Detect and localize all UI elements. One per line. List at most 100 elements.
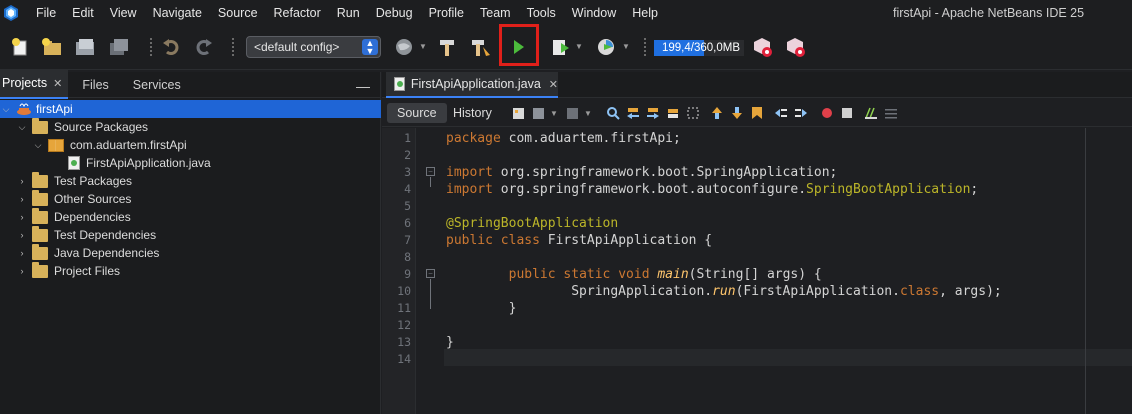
tree-item-test-dependencies[interactable]: › Test Dependencies — [0, 225, 381, 244]
next-bookmark-icon[interactable] — [730, 106, 744, 120]
code-line[interactable]: } — [446, 300, 517, 317]
chevron-down-icon[interactable]: ▼ — [575, 42, 583, 51]
config-select[interactable]: <default config> ▲ ▼ — [246, 36, 381, 58]
menu-source[interactable]: Source — [210, 0, 266, 26]
tree-item-java-file[interactable]: FirstApiApplication.java — [0, 154, 381, 172]
gc-snapshot-button[interactable] — [784, 34, 808, 60]
last-edit-icon[interactable] — [512, 106, 526, 120]
close-icon[interactable]: ✕ — [53, 78, 62, 90]
tree-item-source-packages[interactable]: ⌵ Source Packages — [0, 117, 381, 136]
code-line[interactable]: } — [446, 334, 454, 351]
clean-build-button[interactable] — [469, 34, 493, 60]
history-button[interactable]: History — [443, 103, 502, 123]
open-project-button[interactable] — [73, 34, 97, 60]
gc-button[interactable] — [751, 34, 775, 60]
code-line[interactable]: SpringApplication.run(FirstApiApplicatio… — [446, 283, 1002, 300]
build-button[interactable] — [436, 34, 458, 60]
toggle-bookmark-icon[interactable] — [750, 106, 764, 120]
stop-macro-icon[interactable] — [840, 106, 854, 120]
menu-help[interactable]: Help — [624, 0, 666, 26]
menu-bar: File Edit View Navigate Source Refactor … — [0, 0, 1132, 26]
code-line[interactable]: import org.springframework.boot.autoconf… — [446, 181, 978, 198]
menu-profile[interactable]: Profile — [421, 0, 472, 26]
comment-icon[interactable] — [864, 106, 878, 120]
shift-left-icon[interactable] — [774, 106, 788, 120]
tab-files[interactable]: Files — [68, 72, 118, 98]
debug-project-button[interactable] — [550, 34, 572, 60]
menu-refactor[interactable]: Refactor — [266, 0, 329, 26]
editor-tab-firstapiapplication[interactable]: FirstApiApplication.java ✕ — [386, 72, 558, 98]
code-line[interactable]: @SpringBootApplication — [446, 215, 618, 232]
minimize-icon[interactable]: — — [356, 78, 370, 94]
menu-edit[interactable]: Edit — [64, 0, 102, 26]
code-line[interactable]: import org.springframework.boot.SpringAp… — [446, 164, 837, 181]
chevron-down-icon[interactable]: ⌵ — [16, 122, 28, 133]
toggle-highlight-icon[interactable] — [666, 106, 680, 120]
project-cup-icon — [16, 102, 32, 116]
uncomment-icon[interactable] — [884, 106, 898, 120]
undo-button[interactable] — [160, 34, 182, 60]
chevron-down-icon[interactable]: ▼ — [419, 42, 427, 51]
find-icon[interactable] — [606, 106, 620, 120]
tab-projects[interactable]: Projects ✕ — [0, 70, 69, 99]
new-project-button[interactable] — [40, 34, 64, 60]
redo-icon — [196, 39, 212, 55]
editor-toolbar: Source History ▼ ▼ — [382, 99, 1132, 127]
toolbar-grip — [232, 38, 234, 56]
menu-file[interactable]: File — [28, 0, 64, 26]
close-icon[interactable]: ✕ — [549, 78, 558, 91]
memory-indicator[interactable]: 199,4/360,0MB — [654, 40, 744, 56]
fold-collapse-icon[interactable]: − — [426, 269, 435, 278]
menu-tools[interactable]: Tools — [519, 0, 564, 26]
save-all-button[interactable] — [107, 34, 131, 60]
code-line[interactable]: public class FirstApiApplication { — [446, 232, 712, 249]
previous-bookmark-icon[interactable] — [710, 106, 724, 120]
find-next-icon[interactable] — [646, 106, 660, 120]
chevron-right-icon[interactable]: › — [16, 212, 28, 222]
tree-item-other-sources[interactable]: › Other Sources — [0, 189, 381, 208]
code-line[interactable]: public static void main(String[] args) { — [446, 266, 822, 283]
folder-icon — [32, 207, 48, 224]
tree-item-label: Java Dependencies — [54, 246, 160, 260]
chevron-right-icon[interactable]: › — [16, 194, 28, 204]
chevron-down-icon[interactable]: ⌵ — [32, 140, 44, 151]
menu-view[interactable]: View — [102, 0, 145, 26]
tree-item-label: Dependencies — [54, 210, 131, 224]
record-macro-icon[interactable] — [820, 106, 834, 120]
profile-project-button[interactable] — [595, 34, 617, 60]
browser-button[interactable] — [393, 34, 415, 60]
forward-icon[interactable] — [566, 106, 580, 120]
tab-services[interactable]: Services — [119, 72, 191, 98]
menu-run[interactable]: Run — [329, 0, 368, 26]
tree-item-project-files[interactable]: › Project Files — [0, 261, 381, 280]
tree-item-project[interactable]: ⌵ firstApi — [0, 100, 381, 118]
line-number: 4 — [404, 182, 411, 196]
config-value: <default config> — [254, 40, 340, 54]
back-icon[interactable] — [532, 106, 546, 120]
rect-select-icon[interactable] — [686, 106, 700, 120]
menu-team[interactable]: Team — [472, 0, 519, 26]
find-previous-icon[interactable] — [626, 106, 640, 120]
chevron-down-icon[interactable]: ▼ — [584, 109, 592, 118]
chevron-down-icon[interactable]: ▼ — [550, 109, 558, 118]
menu-window[interactable]: Window — [564, 0, 624, 26]
chevron-down-icon[interactable]: ⌵ — [0, 104, 12, 115]
new-file-button[interactable] — [10, 34, 32, 60]
redo-button[interactable] — [193, 34, 215, 60]
chevron-right-icon[interactable]: › — [16, 248, 28, 258]
tree-item-dependencies[interactable]: › Dependencies — [0, 207, 381, 226]
source-button[interactable]: Source — [387, 103, 447, 123]
chevron-right-icon[interactable]: › — [16, 230, 28, 240]
fold-collapse-icon[interactable]: − — [426, 167, 435, 176]
tree-item-test-packages[interactable]: › Test Packages — [0, 171, 381, 190]
shift-right-icon[interactable] — [794, 106, 808, 120]
tree-item-package[interactable]: ⌵ com.aduartem.firstApi — [0, 136, 381, 154]
tree-item-java-dependencies[interactable]: › Java Dependencies — [0, 243, 381, 262]
chevron-right-icon[interactable]: › — [16, 266, 28, 276]
menu-debug[interactable]: Debug — [368, 0, 421, 26]
source-folder-icon — [32, 117, 48, 134]
chevron-down-icon[interactable]: ▼ — [622, 42, 630, 51]
menu-navigate[interactable]: Navigate — [145, 0, 210, 26]
code-line[interactable]: package com.aduartem.firstApi; — [446, 130, 681, 147]
chevron-right-icon[interactable]: › — [16, 176, 28, 186]
